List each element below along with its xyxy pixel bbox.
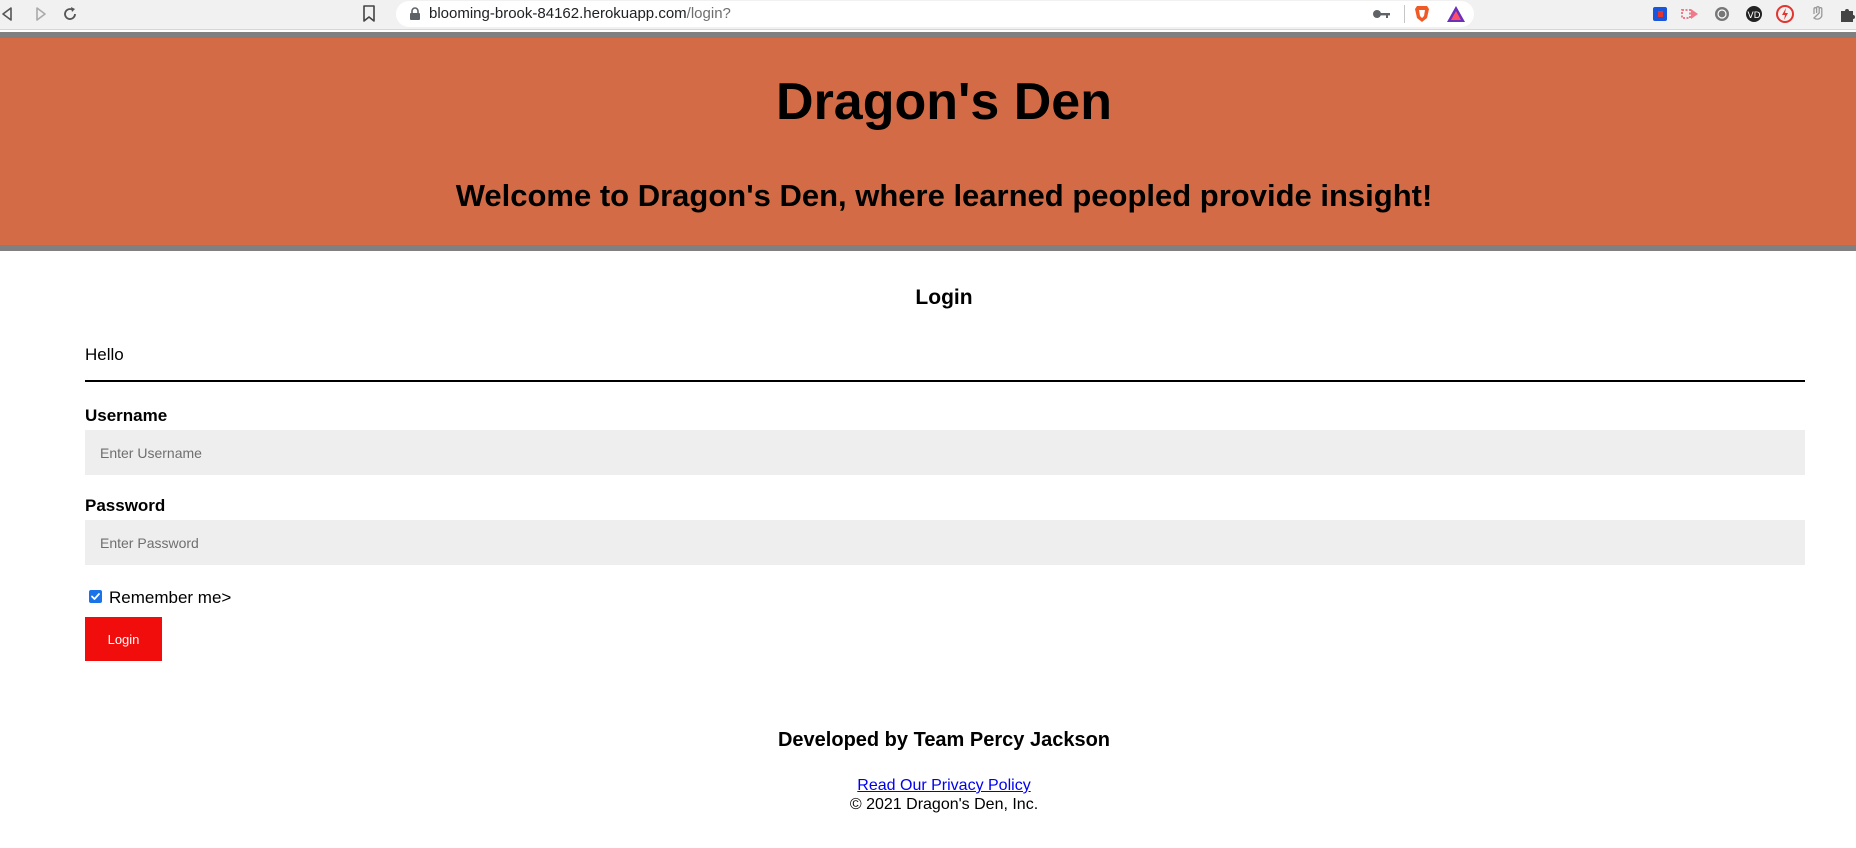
reload-icon[interactable]	[60, 4, 80, 24]
svg-text:VD: VD	[1747, 11, 1760, 21]
username-label: Username	[85, 406, 168, 425]
brave-shield-icon[interactable]	[1414, 5, 1430, 23]
greeting-text: Hello	[85, 345, 124, 364]
forward-icon[interactable]	[30, 4, 50, 24]
extension-pink-arrow-icon[interactable]	[1680, 4, 1700, 24]
extension-vd-icon[interactable]: VD	[1744, 4, 1764, 24]
lock-icon	[408, 7, 422, 21]
extension-red-bolt-icon[interactable]	[1775, 4, 1795, 24]
extensions-puzzle-icon[interactable]	[1838, 4, 1856, 24]
remember-me-label[interactable]: Remember me>	[109, 588, 231, 608]
privacy-policy-link[interactable]: Read Our Privacy Policy	[857, 777, 1030, 794]
site-header: Dragon's Den Welcome to Dragon's Den, wh…	[0, 32, 1856, 251]
extension-hand-icon[interactable]	[1808, 4, 1828, 24]
privacy-policy-link-row: Read Our Privacy Policy	[0, 776, 1856, 795]
extension-globe-icon[interactable]	[1712, 4, 1732, 24]
url-text: blooming-brook-84162.herokuapp.com/login…	[429, 5, 731, 23]
checkmark-icon	[91, 593, 100, 600]
password-input[interactable]	[85, 520, 1805, 565]
url-host: blooming-brook-84162.herokuapp.com	[429, 5, 687, 22]
back-icon[interactable]	[0, 4, 18, 24]
site-tagline: Welcome to Dragon's Den, where learned p…	[455, 178, 1433, 213]
address-bar[interactable]: blooming-brook-84162.herokuapp.com/login…	[396, 1, 1474, 27]
divider	[85, 380, 1805, 382]
url-path: /login?	[686, 5, 731, 22]
login-heading: Login	[915, 286, 973, 309]
extension-blue-icon[interactable]	[1650, 4, 1670, 24]
username-input[interactable]	[85, 430, 1805, 475]
browser-toolbar: blooming-brook-84162.herokuapp.com/login…	[0, 0, 1856, 30]
site-title: Dragon's Den	[776, 73, 1112, 131]
password-label: Password	[85, 496, 166, 515]
bookmark-icon[interactable]	[362, 5, 376, 23]
copyright-text: © 2021 Dragon's Den, Inc.	[849, 796, 1039, 813]
address-bar-separator	[1404, 5, 1405, 23]
login-button[interactable]: Login	[85, 617, 162, 661]
footer-credit: Developed by Team Percy Jackson	[777, 729, 1110, 751]
remember-me-checkbox[interactable]	[89, 590, 102, 603]
key-icon[interactable]	[1372, 7, 1392, 21]
rewards-triangle-icon[interactable]	[1446, 5, 1466, 23]
